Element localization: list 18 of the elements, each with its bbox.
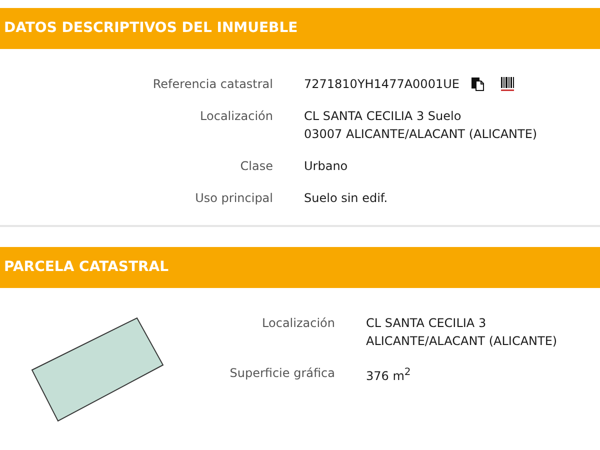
copy-icon[interactable] (471, 77, 484, 91)
field-value: CL SANTA CECILIA 3 Suelo (304, 108, 462, 125)
field-label: Clase (239, 158, 273, 175)
field-label: Localización (199, 108, 273, 125)
section-header: PARCELA CATASTRAL (0, 247, 600, 288)
field-value: Suelo sin edif. (304, 190, 388, 207)
field-label: Uso principal (194, 190, 273, 207)
field-value: ALICANTE/ALACANT (ALICANTE) (366, 333, 558, 350)
field-label: Localización (261, 315, 335, 332)
field-value: CL SANTA CECILIA 3 (366, 315, 486, 332)
field-label: Referencia catastral (152, 76, 273, 93)
barcode-icon[interactable] (501, 77, 514, 91)
field-value: 376 m$^{2}$ (366, 366, 411, 385)
field-label: Superficie gráfica (228, 365, 335, 382)
section-header: DATOS DESCRIPTIVOS DEL INMUEBLE (0, 8, 600, 49)
field-value: Urbano (304, 158, 348, 175)
field-value: 03007 ALICANTE/ALACANT (ALICANTE) (304, 126, 538, 143)
field-value: 7271810YH1477A0001UE (304, 76, 460, 93)
